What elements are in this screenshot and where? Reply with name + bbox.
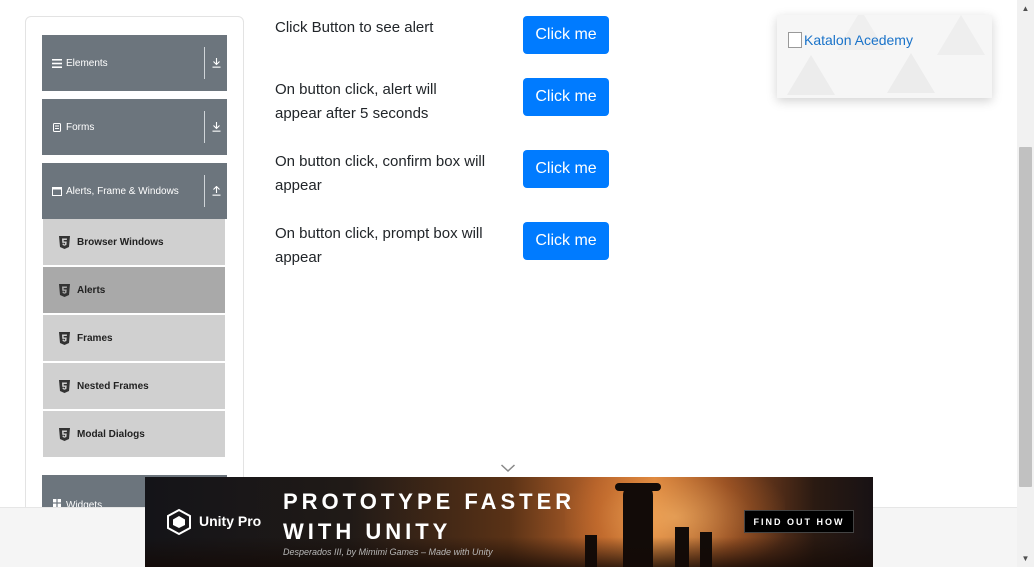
- sidebar-group-label: Alerts, Frame & Windows: [66, 185, 179, 197]
- html5-icon: [57, 283, 71, 297]
- sidebar-group-label: Elements: [66, 57, 108, 69]
- timer-alert-description: On button click, alert will appear after…: [275, 81, 437, 122]
- sidebar-item-nested-frames[interactable]: Nested Frames: [43, 363, 225, 409]
- ad-brand: Unity Pro: [199, 513, 262, 529]
- prompt-description: On button click, prompt box will appear: [275, 225, 483, 266]
- divider: [204, 175, 205, 207]
- left-sidebar: Elements Forms Alerts, Frame & Windows B…: [25, 16, 244, 536]
- broken-image[interactable]: Katalon Acedemy: [788, 32, 913, 48]
- sidebar-group-elements[interactable]: Elements: [42, 35, 227, 91]
- alert-button[interactable]: Click me: [523, 16, 609, 54]
- sidebar-group-forms[interactable]: Forms: [42, 99, 227, 155]
- pattern-shape: [887, 53, 935, 93]
- html5-icon: [57, 331, 71, 345]
- sidebar-item-label: Browser Windows: [77, 236, 164, 248]
- sidebar-item-label: Modal Dialogs: [77, 428, 145, 440]
- scroll-up-arrow-icon[interactable]: ▲: [1017, 0, 1034, 17]
- download-arrow-icon[interactable]: [205, 122, 227, 132]
- grid-icon: [42, 499, 64, 507]
- unity-logo-icon: [167, 508, 191, 536]
- ad-headline-line: WITH UNITY: [283, 519, 452, 544]
- divider: [204, 111, 205, 143]
- html5-icon: [57, 427, 71, 441]
- alert-description: Click Button to see alert: [275, 19, 434, 36]
- promo-banner[interactable]: Katalon Acedemy: [777, 15, 992, 98]
- sidebar-item-modal-dialogs[interactable]: Modal Dialogs: [43, 411, 225, 457]
- ad-headline-line: PROTOTYPE FASTER: [283, 489, 576, 514]
- image-alt-text: Katalon Acedemy: [804, 32, 913, 48]
- scroll-thumb[interactable]: [1019, 147, 1032, 487]
- sidebar-item-browser-windows[interactable]: Browser Windows: [43, 219, 225, 265]
- sidebar-group-label: Forms: [66, 121, 95, 133]
- html5-icon: [57, 235, 71, 249]
- scroll-down-arrow-icon[interactable]: ▼: [1017, 550, 1034, 567]
- chevron-down-icon[interactable]: [500, 462, 516, 474]
- divider: [204, 47, 205, 79]
- ad-headline: PROTOTYPE FASTER WITH UNITY: [283, 487, 575, 547]
- confirm-description: On button click, confirm box will appear: [275, 153, 486, 194]
- sidebar-item-alerts[interactable]: Alerts: [43, 267, 225, 313]
- sidebar-item-label: Frames: [77, 332, 113, 344]
- ad-cta-button[interactable]: FIND OUT HOW: [744, 510, 854, 533]
- vertical-scrollbar[interactable]: ▲ ▼: [1017, 0, 1034, 567]
- timer-alert-button[interactable]: Click me: [523, 78, 609, 116]
- sidebar-item-frames[interactable]: Frames: [43, 315, 225, 361]
- ad-figure-hat: [615, 483, 661, 491]
- sidebar-item-label: Alerts: [77, 284, 106, 296]
- sidebar-item-label: Nested Frames: [77, 380, 149, 392]
- sidebar-group-alerts-frame-windows[interactable]: Alerts, Frame & Windows: [42, 163, 227, 219]
- prompt-button[interactable]: Click me: [523, 222, 609, 260]
- upload-arrow-icon[interactable]: [205, 186, 227, 196]
- download-arrow-icon[interactable]: [205, 58, 227, 68]
- page-root: Elements Forms Alerts, Frame & Windows B…: [0, 0, 1034, 567]
- unity-ad-banner[interactable]: Unity Pro PROTOTYPE FASTER WITH UNITY De…: [145, 477, 873, 567]
- confirm-button[interactable]: Click me: [523, 150, 609, 188]
- ad-caption: Desperados III, by Mimimi Games – Made w…: [283, 547, 493, 557]
- pattern-shape: [787, 55, 835, 95]
- list-icon: [42, 58, 64, 68]
- html5-icon: [57, 379, 71, 393]
- form-icon: [42, 122, 64, 132]
- pattern-shape: [937, 15, 985, 55]
- broken-image-icon: [788, 32, 802, 48]
- window-icon: [42, 186, 64, 196]
